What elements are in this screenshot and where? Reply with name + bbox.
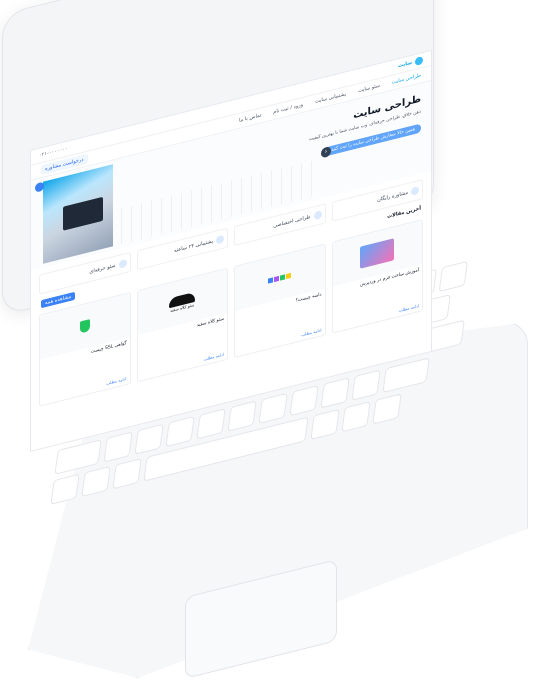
feature-icon [118, 258, 127, 269]
hero-cta-button[interactable]: همین حالا سفارش طراحی سایت را ثبت کنید [325, 123, 421, 157]
read-more-link[interactable]: ادامه مطلب [399, 303, 419, 313]
laptop-photo-icon [63, 196, 103, 231]
article-card[interactable]: گواهی SSL چیست ادامه مطلب [39, 291, 131, 407]
feature-icon [216, 234, 224, 245]
feature-icon [313, 210, 322, 221]
laptop: سایت ۰۲۱-۰۰۰۰۰۰۰ طراحی سایت سئو سایت پشت… [0, 0, 533, 686]
domain-boxes-illustration [268, 272, 292, 284]
logo-icon [415, 56, 423, 67]
article-card[interactable]: دامنه چیست؟ ادامه مطلب [234, 243, 326, 359]
nav-item-contact[interactable]: تماس با ما [239, 112, 261, 124]
read-more-link[interactable]: ادامه مطلب [106, 376, 126, 386]
arrow-left-icon[interactable]: ‹ [321, 145, 331, 159]
feature-label: سئو حرفه‌ای [89, 262, 116, 276]
feature-label: پشتیبانی ۲۴ ساعته [174, 238, 213, 255]
hero-photo [43, 164, 113, 264]
form-illustration [360, 238, 395, 269]
feature-icon [411, 186, 419, 197]
ssl-shield-icon [79, 319, 90, 334]
read-more-link[interactable]: ادامه مطلب [301, 327, 321, 337]
article-card[interactable]: سئو کلاه سفید سئو کلاه سفید ادامه مطلب [136, 267, 228, 383]
feature-label: طراحی اختصاصی [273, 214, 311, 230]
nav-item-seo[interactable]: سئو سایت [358, 83, 380, 94]
article-card[interactable]: آموزش ساخت فرم در وردپرس ادامه مطلب [331, 219, 423, 334]
read-more-link[interactable]: ادامه مطلب [204, 352, 224, 362]
feature-label: مشاوره رایگان [377, 189, 408, 204]
logo-text: سایت [398, 59, 412, 70]
